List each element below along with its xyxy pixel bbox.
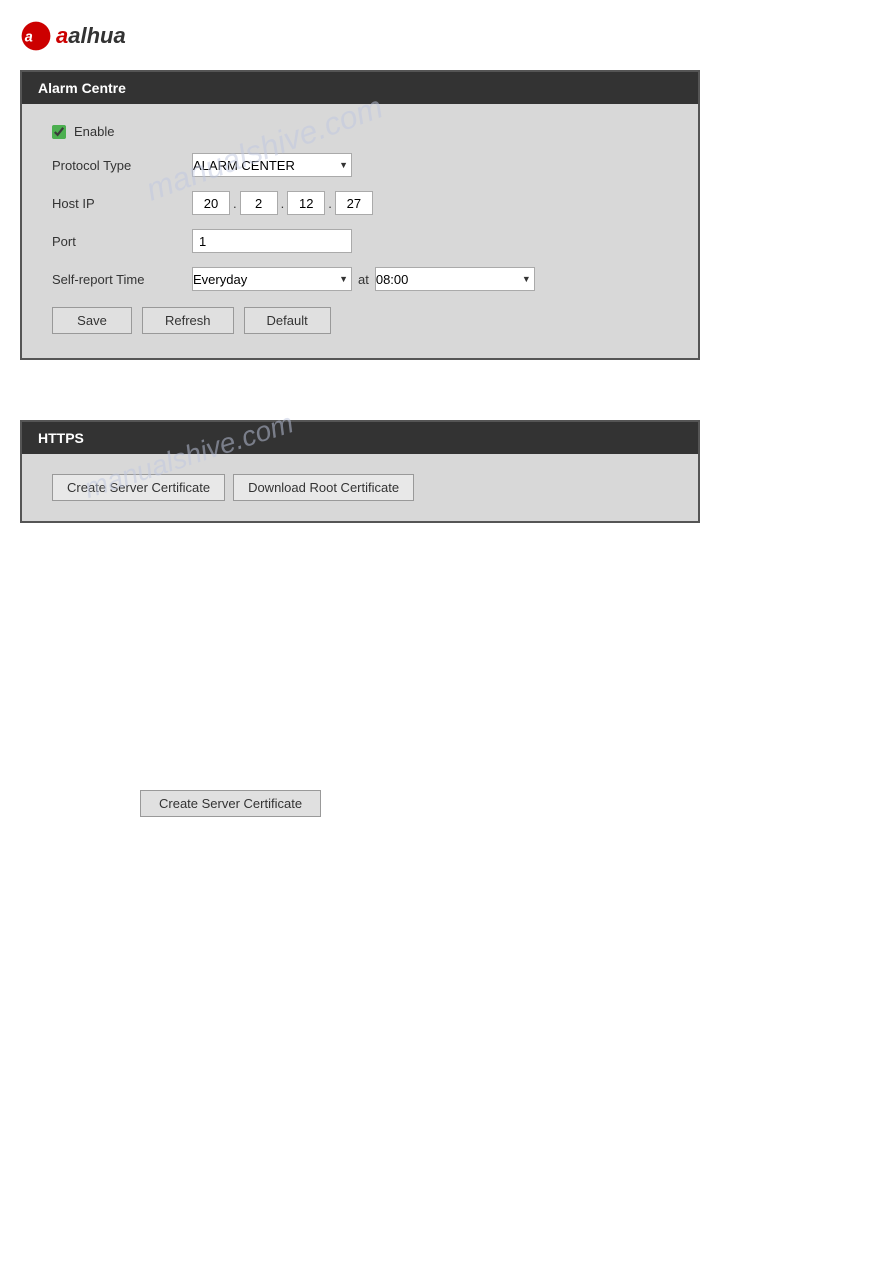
- logo-icon: a: [20, 20, 52, 52]
- at-label: at: [358, 272, 369, 287]
- alarm-centre-title: Alarm Centre: [38, 80, 126, 96]
- refresh-button[interactable]: Refresh: [142, 307, 234, 334]
- protocol-type-label: Protocol Type: [52, 158, 192, 173]
- self-report-select-wrapper: Everyday: [192, 267, 352, 291]
- self-report-select[interactable]: Everyday: [192, 267, 352, 291]
- alarm-centre-header: Alarm Centre: [22, 72, 698, 104]
- logo-a: a: [56, 23, 68, 48]
- save-button[interactable]: Save: [52, 307, 132, 334]
- enable-row: Enable: [52, 124, 668, 139]
- host-ip-row: Host IP . . .: [52, 191, 668, 215]
- https-title: HTTPS: [38, 430, 84, 446]
- standalone-cert-area: Create Server Certificate: [20, 790, 873, 817]
- port-input[interactable]: [192, 229, 352, 253]
- port-label: Port: [52, 234, 192, 249]
- https-body: Create Server Certificate Download Root …: [22, 454, 698, 521]
- protocol-type-select[interactable]: ALARM CENTER: [192, 153, 352, 177]
- standalone-create-cert-button[interactable]: Create Server Certificate: [140, 790, 321, 817]
- host-ip-label: Host IP: [52, 196, 192, 211]
- protocol-type-row: Protocol Type ALARM CENTER: [52, 153, 668, 177]
- alarm-centre-panel: Alarm Centre Enable Protocol Type ALARM …: [20, 70, 700, 360]
- enable-checkbox[interactable]: [52, 125, 66, 139]
- host-ip-octet2[interactable]: [240, 191, 278, 215]
- svg-text:a: a: [25, 30, 33, 46]
- alarm-centre-section: Alarm Centre Enable Protocol Type ALARM …: [20, 70, 873, 370]
- https-panel: HTTPS Create Server Certificate Download…: [20, 420, 700, 523]
- alarm-centre-body: Enable Protocol Type ALARM CENTER Host I…: [22, 104, 698, 358]
- enable-label: Enable: [74, 124, 114, 139]
- self-report-row: Self-report Time Everyday at 08:00: [52, 267, 668, 291]
- https-section: HTTPS Create Server Certificate Download…: [20, 420, 873, 720]
- host-ip-octet3[interactable]: [287, 191, 325, 215]
- logo-text: aalhua: [56, 23, 126, 49]
- self-report-time-wrapper: 08:00: [375, 267, 535, 291]
- host-ip-fields: . . .: [192, 191, 373, 215]
- download-root-cert-button[interactable]: Download Root Certificate: [233, 474, 414, 501]
- ip-dot-3: .: [328, 196, 332, 211]
- ip-dot-1: .: [233, 196, 237, 211]
- self-report-label: Self-report Time: [52, 272, 192, 287]
- default-button[interactable]: Default: [244, 307, 331, 334]
- action-buttons: Save Refresh Default: [52, 307, 668, 334]
- ip-dot-2: .: [281, 196, 285, 211]
- host-ip-octet1[interactable]: [192, 191, 230, 215]
- create-server-cert-button[interactable]: Create Server Certificate: [52, 474, 225, 501]
- host-ip-octet4[interactable]: [335, 191, 373, 215]
- https-header: HTTPS: [22, 422, 698, 454]
- logo-area: a aalhua: [20, 20, 873, 52]
- self-report-time-select[interactable]: 08:00: [375, 267, 535, 291]
- port-row: Port: [52, 229, 668, 253]
- protocol-type-select-wrapper: ALARM CENTER: [192, 153, 352, 177]
- cert-buttons: Create Server Certificate Download Root …: [52, 474, 668, 501]
